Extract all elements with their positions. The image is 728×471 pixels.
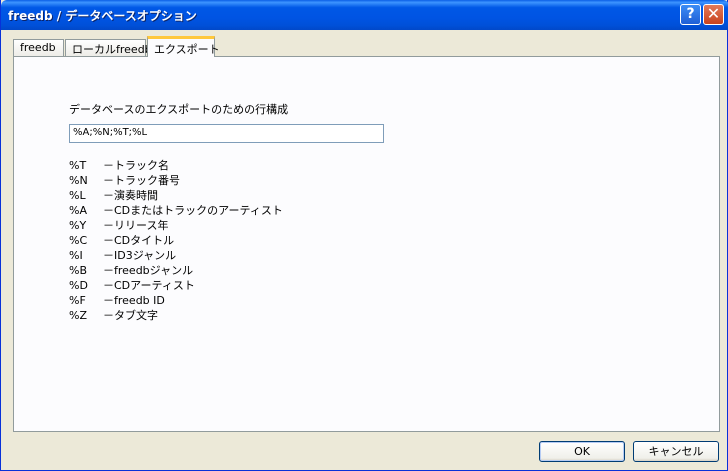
- help-button[interactable]: ?: [680, 4, 701, 25]
- list-item: %I －ID3ジャンル: [69, 248, 283, 263]
- list-item: %D －CDアーティスト: [69, 278, 283, 293]
- code-key: %T: [69, 159, 87, 172]
- list-item: %B －freedbジャンル: [69, 263, 283, 278]
- dialog-window: freedb / データベースオプション ? ✕ freedb ローカルfree…: [0, 0, 728, 471]
- code-key: %N: [69, 174, 88, 187]
- ok-button[interactable]: OK: [539, 441, 625, 462]
- cancel-button[interactable]: キャンセル: [633, 441, 719, 462]
- code-key: %F: [69, 294, 86, 307]
- code-desc: －演奏時間: [103, 189, 158, 202]
- list-item: %Z －タブ文字: [69, 308, 283, 323]
- code-desc: －リリース年: [103, 219, 169, 232]
- code-key: %Z: [69, 309, 87, 322]
- code-key: %Y: [69, 219, 87, 232]
- code-desc: －freedb ID: [103, 294, 165, 307]
- format-code-list: %T －トラック名 %N －トラック番号 %L －演奏時間 %A －CDまたはトラックの…: [69, 158, 283, 323]
- code-desc: －freedbジャンル: [103, 264, 194, 277]
- list-item: %F －freedb ID: [69, 293, 283, 308]
- close-button[interactable]: ✕: [703, 4, 724, 25]
- list-item: %C －CDタイトル: [69, 233, 283, 248]
- tab-local-freedb[interactable]: ローカルfreedb: [65, 39, 152, 57]
- export-format-input[interactable]: %A;%N;%T;%L: [69, 124, 384, 143]
- list-item: %N －トラック番号: [69, 173, 283, 188]
- tab-export[interactable]: エクスポート: [147, 36, 220, 57]
- code-desc: －CDタイトル: [103, 234, 175, 247]
- code-key: %D: [69, 279, 88, 292]
- export-format-heading: データベースのエクスポートのための行構成: [69, 103, 289, 116]
- list-item: %Y －リリース年: [69, 218, 283, 233]
- code-key: %B: [69, 264, 87, 277]
- code-desc: －トラック番号: [103, 174, 180, 187]
- tab-panel-export: データベースのエクスポートのための行構成 %A;%N;%T;%L %T －トラック…: [13, 56, 720, 432]
- title-bar[interactable]: freedb / データベースオプション ? ✕: [1, 0, 728, 30]
- code-key: %C: [69, 234, 88, 247]
- list-item: %T －トラック名: [69, 158, 283, 173]
- window-title: freedb / データベースオプション: [8, 9, 197, 23]
- code-desc: －CDまたはトラックのアーティスト: [103, 204, 283, 217]
- code-desc: －CDアーティスト: [103, 279, 195, 292]
- code-desc: －タブ文字: [103, 309, 158, 322]
- code-desc: －トラック名: [103, 159, 169, 172]
- list-item: %L －演奏時間: [69, 188, 283, 203]
- code-key: %I: [69, 249, 83, 262]
- code-key: %A: [69, 204, 87, 217]
- code-key: %L: [69, 189, 86, 202]
- list-item: %A －CDまたはトラックのアーティスト: [69, 203, 283, 218]
- code-desc: －ID3ジャンル: [103, 249, 177, 262]
- tab-freedb[interactable]: freedb: [13, 39, 64, 57]
